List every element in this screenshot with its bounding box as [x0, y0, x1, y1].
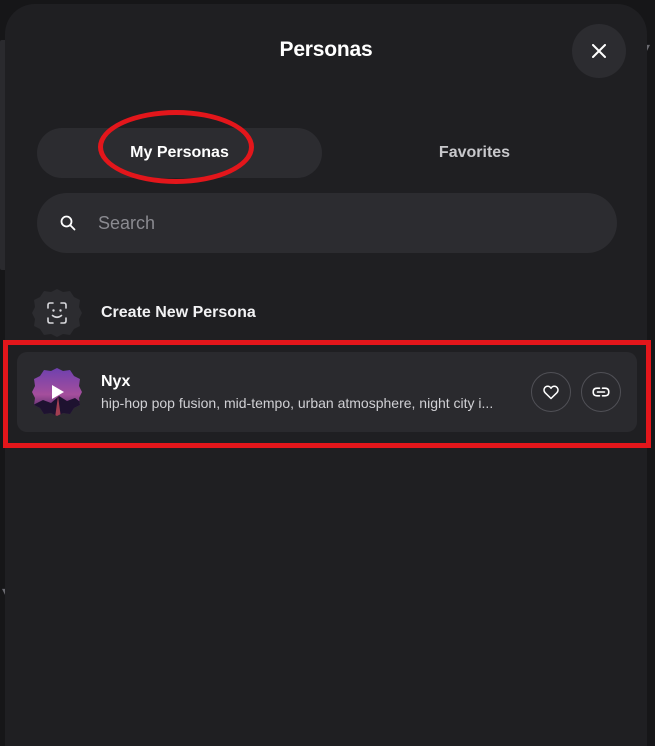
persona-name: Nyx	[101, 373, 131, 390]
favorite-button[interactable]	[531, 372, 571, 412]
play-icon	[52, 385, 64, 399]
face-scan-icon	[31, 287, 83, 339]
persona-description: hip-hop pop fusion, mid-tempo, urban atm…	[101, 395, 494, 411]
modal-title: Personas	[279, 38, 373, 61]
persona-row-nyx[interactable]: Nyx hip-hop pop fusion, mid-tempo, urban…	[17, 352, 637, 432]
link-icon	[592, 387, 610, 397]
heart-icon	[543, 385, 559, 399]
copy-link-button[interactable]	[581, 372, 621, 412]
tab-favorites[interactable]: Favorites	[332, 128, 617, 178]
personas-modal: Personas My Personas Favorites Search Cr…	[5, 4, 647, 746]
persona-info: Nyx hip-hop pop fusion, mid-tempo, urban…	[101, 373, 506, 411]
create-new-persona-button[interactable]: Create New Persona	[31, 287, 621, 339]
search-input[interactable]	[98, 212, 568, 234]
search-icon	[58, 213, 78, 233]
persona-tabs: My Personas Favorites	[37, 128, 617, 178]
close-button[interactable]	[572, 24, 626, 78]
create-new-persona-label: Create New Persona	[101, 304, 256, 321]
persona-avatar[interactable]	[31, 366, 83, 418]
search-bar	[37, 193, 617, 253]
tab-my-personas[interactable]: My Personas	[37, 128, 322, 178]
close-icon	[592, 44, 606, 58]
